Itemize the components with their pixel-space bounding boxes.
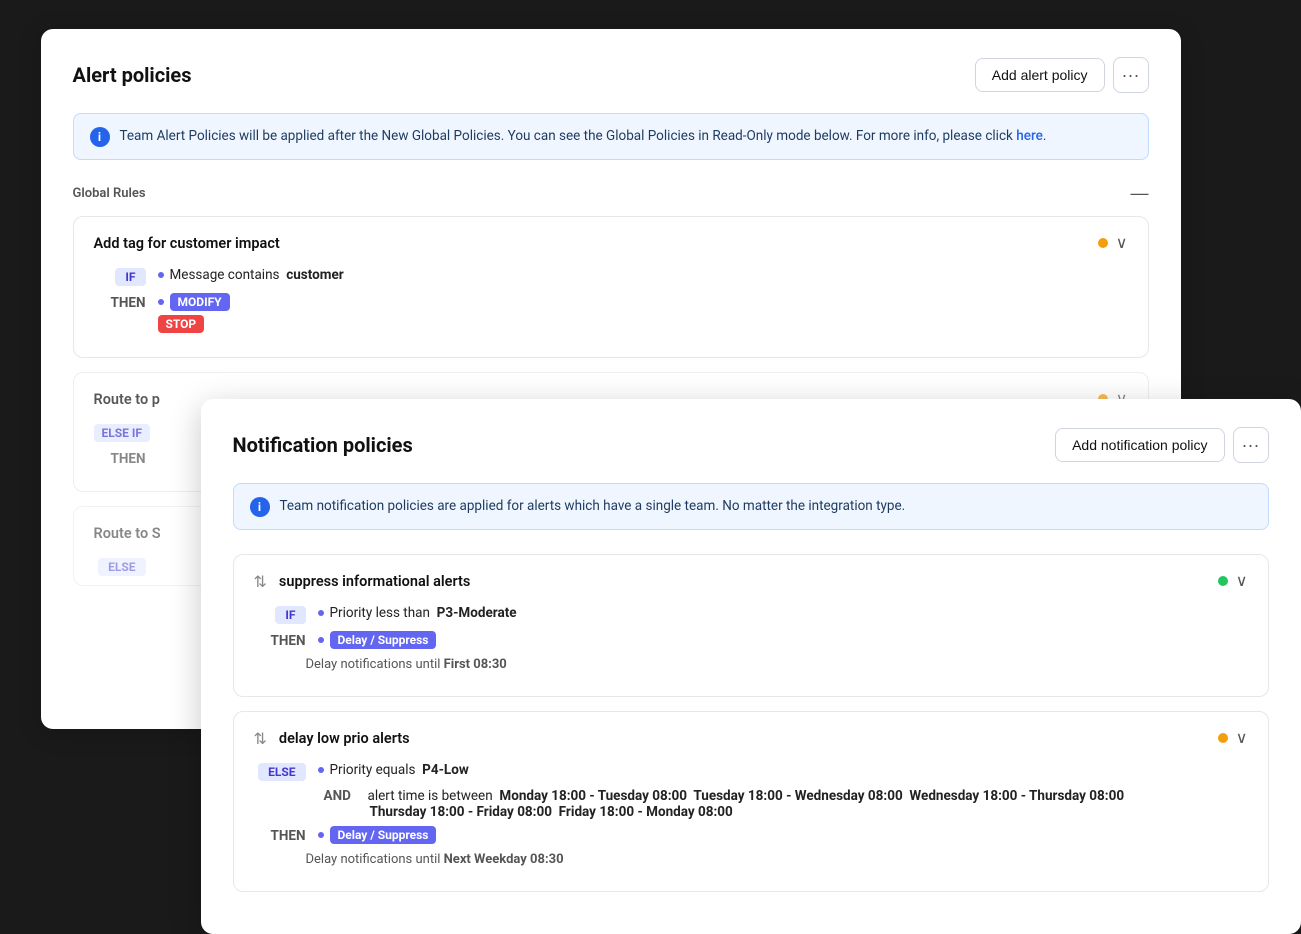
notification-policies-title: Notification policies <box>233 433 413 457</box>
else-if-label: ELSE IF <box>94 423 150 441</box>
notification-policies-more-button[interactable]: ··· <box>1233 427 1269 463</box>
if-condition: Message contains customer <box>158 267 344 283</box>
alert-policies-title: Alert policies <box>73 63 192 87</box>
and-condition-delay: alert time is between Monday 18:00 - Tue… <box>368 788 1125 820</box>
policy-card-delay: ⇅ delay low prio alerts ∨ ELSE Priority … <box>233 711 1269 892</box>
info-icon-2: i <box>250 497 270 517</box>
then-label-3: THEN <box>94 583 146 586</box>
if-label-suppress: IF <box>254 605 306 623</box>
then-row-delay: THEN Delay / Suppress <box>254 826 1248 844</box>
delay-suppress-badge: Delay / Suppress <box>330 631 437 649</box>
status-dot-yellow-delay <box>1218 733 1228 743</box>
policy-name: Add tag for customer impact <box>94 235 280 252</box>
screen: Alert policies Add alert policy ··· i Te… <box>41 29 1261 899</box>
if-condition-text-suppress: Priority less than P3-Moderate <box>330 605 517 621</box>
here-link[interactable]: here <box>1016 128 1043 144</box>
if-condition-suppress: Priority less than P3-Moderate <box>318 605 517 621</box>
else-if-badge: ELSE IF <box>94 424 150 442</box>
info-icon: i <box>90 127 110 147</box>
global-rules-label: Global Rules <box>73 186 146 201</box>
then-label-suppress: THEN <box>254 631 306 649</box>
global-rules-section-header: Global Rules — <box>73 184 1149 202</box>
add-alert-policy-button[interactable]: Add alert policy <box>975 58 1105 92</box>
stop-row: STOP <box>158 315 1128 333</box>
if-condition-text: Message contains customer <box>170 267 344 283</box>
rule-dot <box>158 272 164 278</box>
alert-policies-more-button[interactable]: ··· <box>1113 57 1149 93</box>
policy-card-header-delay: ⇅ delay low prio alerts ∨ <box>254 728 1248 748</box>
notification-policies-actions: Add notification policy ··· <box>1055 427 1268 463</box>
else-label: ELSE <box>94 557 146 575</box>
if-label: IF <box>94 267 146 285</box>
and-row-delay: AND alert time is between Monday 18:00 -… <box>324 788 1248 820</box>
then-row-suppress: THEN Delay / Suppress <box>254 631 1248 649</box>
policy-card-header: Add tag for customer impact ∨ <box>94 233 1128 253</box>
rule-dot-then-delay <box>318 832 324 838</box>
if-row-suppress: IF Priority less than P3-Moderate <box>254 605 1248 623</box>
policy-actions-delay: ∨ <box>1218 728 1248 748</box>
notification-policies-header: Notification policies Add notification p… <box>233 427 1269 463</box>
policy-name-delay: delay low prio alerts <box>279 730 410 747</box>
policy-card-suppress: ⇅ suppress informational alerts ∨ IF Pri… <box>233 554 1269 697</box>
expand-button-delay[interactable]: ∨ <box>1236 728 1248 748</box>
then-label: THEN <box>94 293 146 311</box>
global-rules-collapse-button[interactable]: — <box>1131 184 1149 202</box>
policy-name-row-delay: ⇅ delay low prio alerts <box>254 729 410 748</box>
rule-dot-else-delay <box>318 767 324 773</box>
else-condition-delay: Priority equals P4-Low <box>318 762 469 778</box>
expand-button[interactable]: ∨ <box>1116 233 1128 253</box>
rule-dot-suppress <box>318 610 324 616</box>
notification-policies-info-banner: i Team notification policies are applied… <box>233 483 1269 530</box>
alert-policies-header: Alert policies Add alert policy ··· <box>73 57 1149 93</box>
sort-icon-2: ⇅ <box>254 729 267 748</box>
delay-subtext: Delay notifications until Next Weekday 0… <box>306 852 1248 867</box>
policy-actions-suppress: ∨ <box>1218 571 1248 591</box>
status-dot-green <box>1218 576 1228 586</box>
policy-card-add-tag: Add tag for customer impact ∨ IF Message… <box>73 216 1149 358</box>
policy-name-row-suppress: ⇅ suppress informational alerts <box>254 572 471 591</box>
policy-card-header-suppress: ⇅ suppress informational alerts ∨ <box>254 571 1248 591</box>
alert-policies-banner-text: Team Alert Policies will be applied afte… <box>120 126 1047 146</box>
else-badge-delay: ELSE <box>258 763 305 781</box>
stop-badge: STOP <box>158 315 205 333</box>
if-badge: IF <box>115 268 145 286</box>
else-condition-text-delay: Priority equals P4-Low <box>330 762 469 778</box>
if-row: IF Message contains customer <box>94 267 1128 285</box>
then-condition-suppress: Delay / Suppress <box>318 631 437 649</box>
else-label-delay: ELSE <box>254 762 306 780</box>
else-badge: ELSE <box>98 558 145 576</box>
alert-policies-info-banner: i Team Alert Policies will be applied af… <box>73 113 1149 160</box>
then-label-delay: THEN <box>254 826 306 844</box>
policy-actions: ∨ <box>1098 233 1128 253</box>
policy-name-route-s: Route to S <box>94 525 161 542</box>
if-badge-suppress: IF <box>275 606 305 624</box>
policy-name-suppress: suppress informational alerts <box>279 573 470 590</box>
delay-suppress-badge-2: Delay / Suppress <box>330 826 437 844</box>
rule-dot-then-suppress <box>318 637 324 643</box>
modify-badge: MODIFY <box>170 293 230 311</box>
then-condition: MODIFY <box>158 293 230 311</box>
and-label: AND <box>324 788 362 804</box>
expand-button-suppress[interactable]: ∨ <box>1236 571 1248 591</box>
alert-policies-actions: Add alert policy ··· <box>975 57 1149 93</box>
status-dot-yellow <box>1098 238 1108 248</box>
then-label-2: THEN <box>94 449 146 467</box>
notification-policies-card: Notification policies Add notification p… <box>201 399 1301 934</box>
then-row: THEN MODIFY <box>94 293 1128 311</box>
policy-name-route-p: Route to p <box>94 391 160 408</box>
add-notification-policy-button[interactable]: Add notification policy <box>1055 428 1224 462</box>
suppress-subtext: Delay notifications until First 08:30 <box>306 657 1248 672</box>
else-row-delay: ELSE Priority equals P4-Low <box>254 762 1248 780</box>
rule-dot-2 <box>158 299 164 305</box>
sort-icon: ⇅ <box>254 572 267 591</box>
then-condition-delay: Delay / Suppress <box>318 826 437 844</box>
notification-policies-banner-text: Team notification policies are applied f… <box>280 496 906 516</box>
